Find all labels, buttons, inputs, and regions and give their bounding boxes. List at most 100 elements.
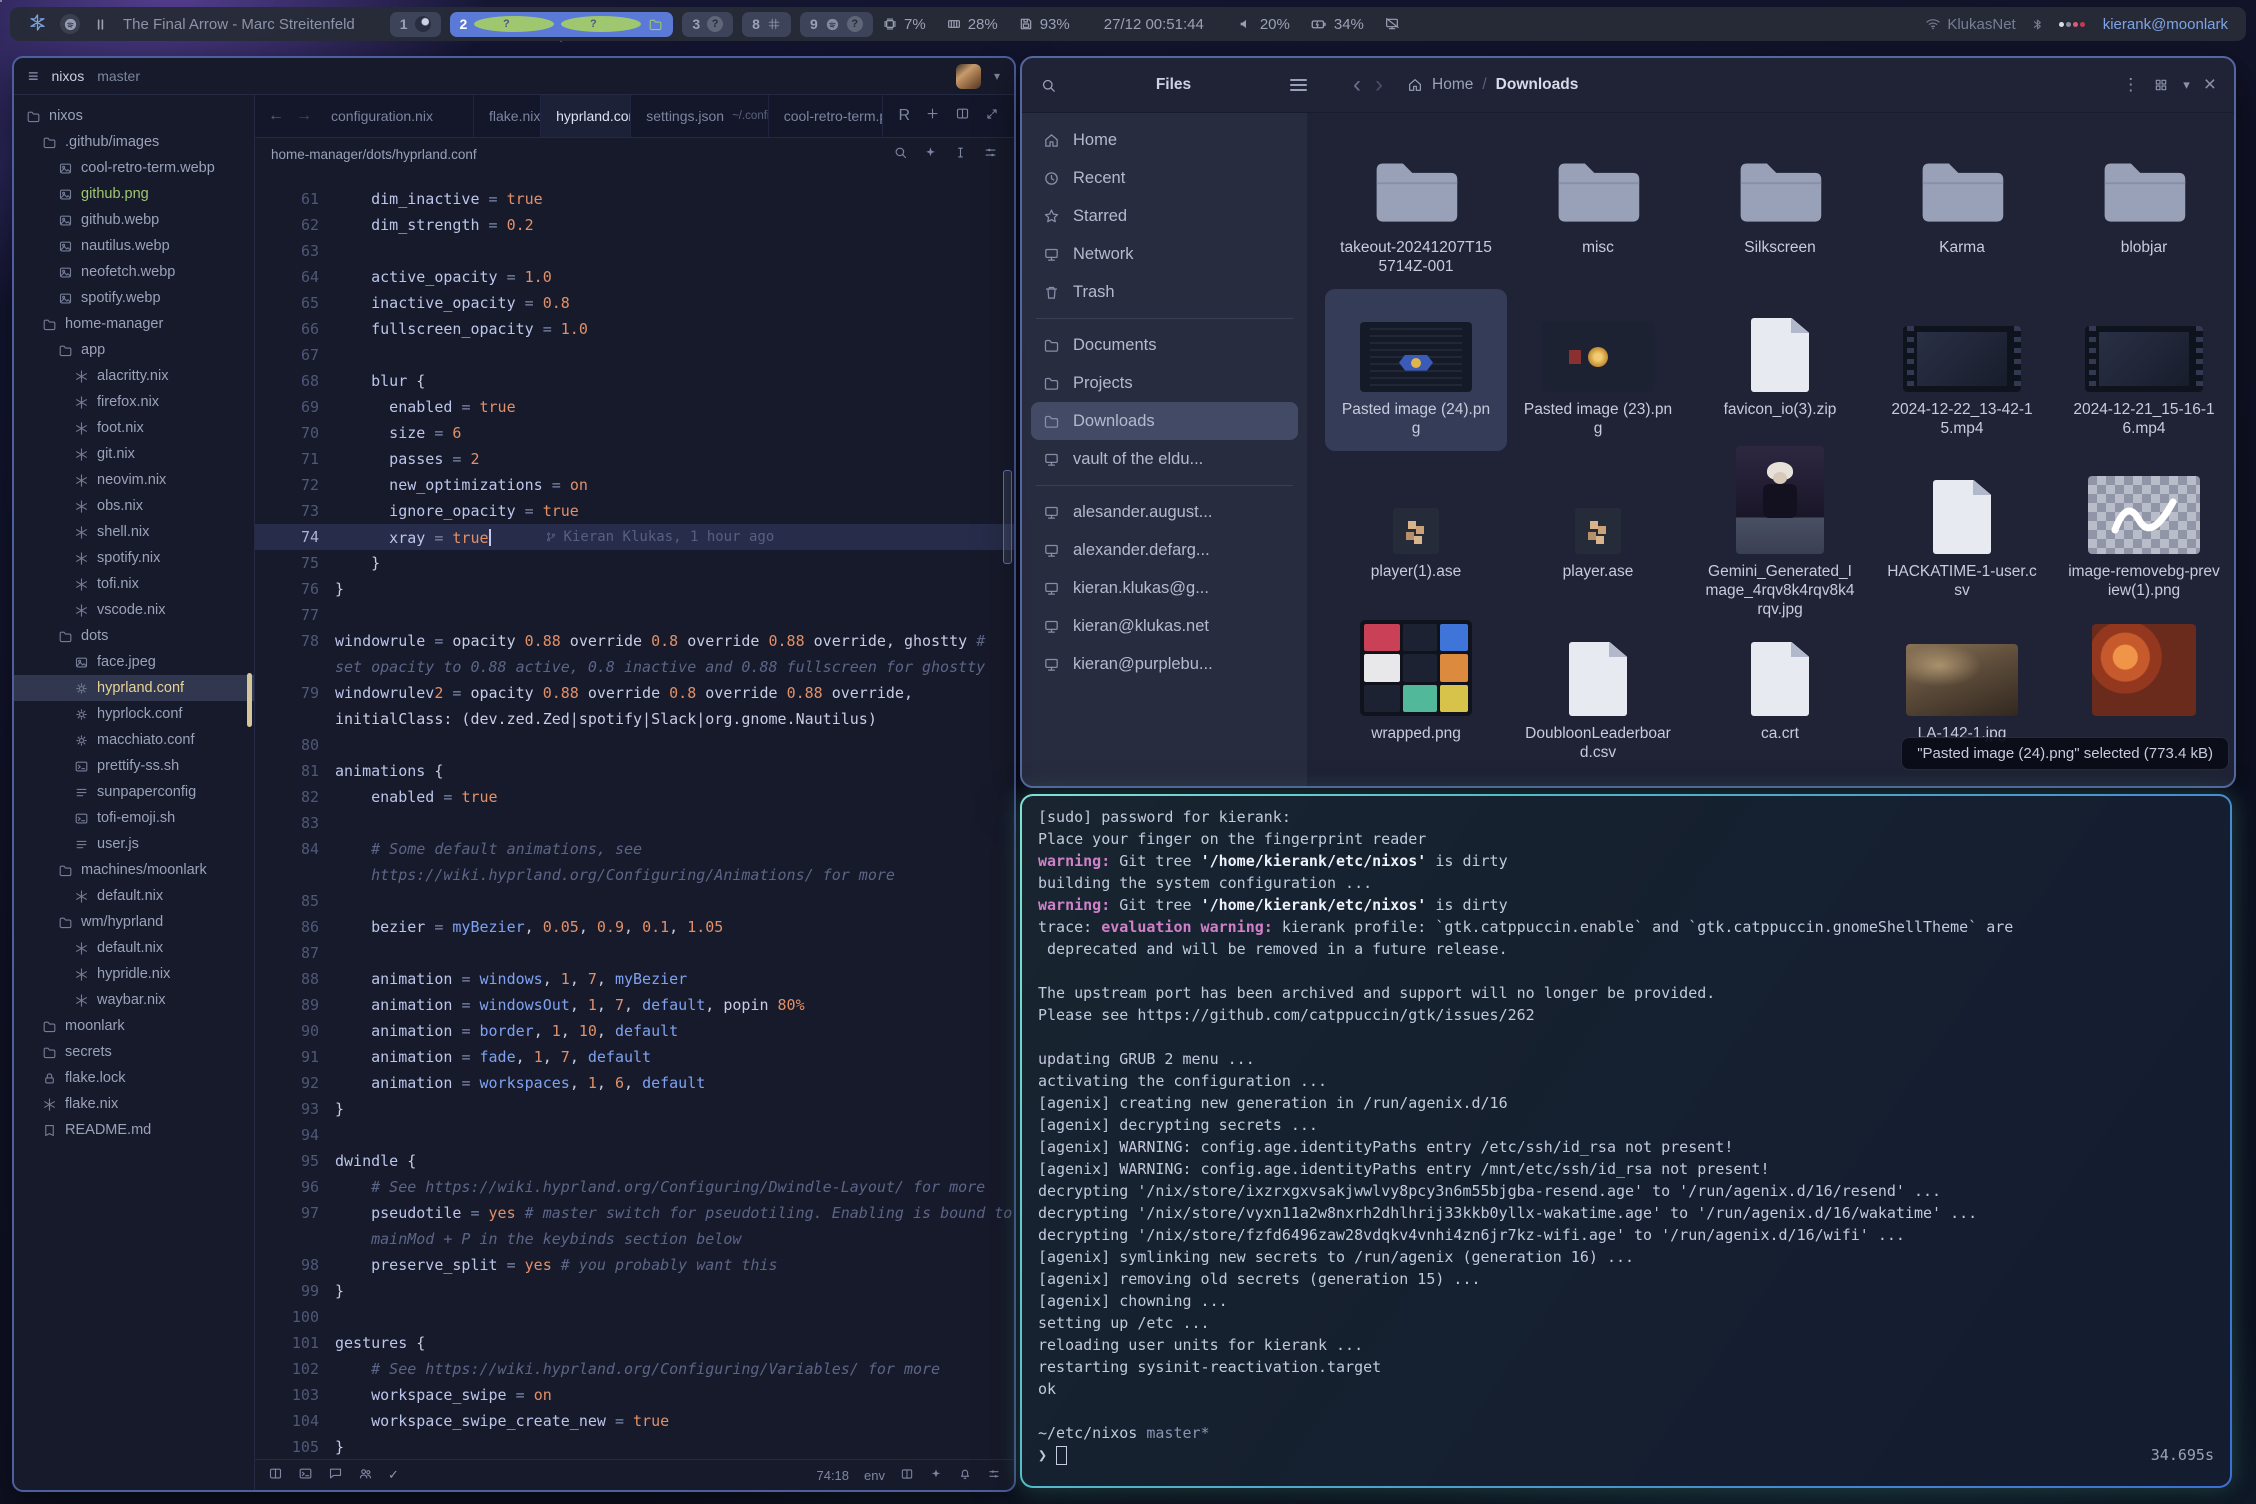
git-branch-name[interactable]: master xyxy=(97,68,140,84)
tree-item-hyprland.conf[interactable]: hyprland.conf xyxy=(14,675,254,701)
sidebar-item-kieran@purplebu...[interactable]: kieran@purplebu... xyxy=(1031,645,1298,683)
forward-icon[interactable]: › xyxy=(1375,73,1383,97)
ibeam-button[interactable] xyxy=(953,145,968,163)
tree-item-.github/images[interactable]: .github/images xyxy=(14,129,254,155)
file-item-takeout-20241207T155714Z-001[interactable]: takeout-20241207T155714Z-001 xyxy=(1325,127,1507,289)
filter-sliders-button[interactable] xyxy=(983,145,998,163)
tree-item-default.nix[interactable]: default.nix xyxy=(14,883,254,909)
tree-item-wm/hyprland[interactable]: wm/hyprland xyxy=(14,909,254,935)
nixos-logo-icon[interactable] xyxy=(28,13,47,36)
tab-cool-retro-term.png[interactable]: cool-retro-term.png xyxy=(769,95,884,137)
sidebar-item-Trash[interactable]: Trash xyxy=(1031,273,1298,311)
sidebar-item-Network[interactable]: Network xyxy=(1031,235,1298,273)
file-item-Gemini_Generated_Image_4rqv8k4rqv8k4rqv.jpg[interactable]: Gemini_Generated_Image_4rqv8k4rqv8k4rqv.… xyxy=(1689,451,1871,613)
sidebar-item-kieran.klukas@g...[interactable]: kieran.klukas@g... xyxy=(1031,569,1298,607)
code-editor[interactable]: 61 dim_inactive = true62 dim_strength = … xyxy=(255,170,1014,1459)
tree-item-obs.nix[interactable]: obs.nix xyxy=(14,493,254,519)
repl-button[interactable]: R xyxy=(898,107,910,125)
sidebar-item-alesander.august...[interactable]: alesander.august... xyxy=(1031,493,1298,531)
expand-button[interactable] xyxy=(985,107,999,126)
tree-item-default.nix[interactable]: default.nix xyxy=(14,935,254,961)
file-item-image-removebg-preview(1).png[interactable]: image-removebg-preview(1).png xyxy=(2053,451,2234,613)
spotify-player-icon[interactable] xyxy=(60,14,80,34)
file-item-player(1).ase[interactable]: player(1).ase xyxy=(1325,451,1507,613)
screen-share-icon[interactable] xyxy=(900,1467,914,1484)
diagnostics-check-icon[interactable]: ✓ xyxy=(388,1467,399,1483)
panel-scrollbar-thumb[interactable] xyxy=(247,673,252,727)
sidebar-item-kieran@klukas.net[interactable]: kieran@klukas.net xyxy=(1031,607,1298,645)
nav-forward-icon[interactable]: → xyxy=(296,107,312,125)
wifi-indicator[interactable]: KlukasNet xyxy=(1925,16,2015,33)
file-item-Karma[interactable]: Karma xyxy=(1871,127,2053,289)
tree-item-hypridle.nix[interactable]: hypridle.nix xyxy=(14,961,254,987)
workspace-2[interactable]: 2?? xyxy=(450,12,674,37)
tree-item-github.png[interactable]: github.png xyxy=(14,181,254,207)
workspace-8[interactable]: 8 xyxy=(742,12,791,37)
tree-item-shell.nix[interactable]: shell.nix xyxy=(14,519,254,545)
terminal[interactable]: [sudo] password for kierank:Place your f… xyxy=(1022,796,2230,1486)
tree-item-tofi.nix[interactable]: tofi.nix xyxy=(14,571,254,597)
tree-item-cool-retro-term.webp[interactable]: cool-retro-term.webp xyxy=(14,155,254,181)
workspace-1[interactable]: 1 xyxy=(390,12,441,37)
split-pane-button[interactable] xyxy=(955,106,970,126)
kebab-menu-icon[interactable]: ⋮ xyxy=(2122,75,2139,95)
tree-item-firefox.nix[interactable]: firefox.nix xyxy=(14,389,254,415)
tree-item-face.jpeg[interactable]: face.jpeg xyxy=(14,649,254,675)
tree-item-machines/moonlark[interactable]: machines/moonlark xyxy=(14,857,254,883)
home-icon[interactable] xyxy=(1407,77,1423,93)
clock[interactable]: 27/12 00:51:44 xyxy=(1104,16,1204,33)
tree-item-dots[interactable]: dots xyxy=(14,623,254,649)
close-icon[interactable]: × xyxy=(2204,73,2216,97)
volume-indicator[interactable]: 20% xyxy=(1238,16,1290,33)
file-item-2024-12-22_13-42-15.mp4[interactable]: 2024-12-22_13-42-15.mp4 xyxy=(1871,289,2053,451)
tree-item-tofi-emoji.sh[interactable]: tofi-emoji.sh xyxy=(14,805,254,831)
tab-configuration.nix[interactable]: configuration.nix xyxy=(325,95,474,137)
copilot-icon[interactable] xyxy=(929,1467,943,1484)
now-playing-title[interactable]: The Final Arrow - Marc Streitenfeld xyxy=(123,16,355,33)
tree-item-prettify-ss.sh[interactable]: prettify-ss.sh xyxy=(14,753,254,779)
collab-panel-icon[interactable] xyxy=(358,1466,373,1484)
cursor-position[interactable]: 74:18 xyxy=(816,1468,849,1483)
scrollbar-thumb[interactable] xyxy=(1003,470,1012,564)
breadcrumb[interactable]: home-manager/dots/hyprland.conf xyxy=(271,147,477,162)
file-item-blobjar[interactable]: blobjar xyxy=(2053,127,2234,289)
panel-toggle-icon[interactable] xyxy=(268,1466,283,1484)
tree-item-neovim.nix[interactable]: neovim.nix xyxy=(14,467,254,493)
tab-settings.json[interactable]: settings.json~/.config/zed xyxy=(631,95,768,137)
project-name[interactable]: nixos xyxy=(52,68,85,84)
file-item-DoubloonLeaderboard.csv[interactable]: DoubloonLeaderboard.csv xyxy=(1507,613,1689,775)
sidebar-item-Projects[interactable]: Projects xyxy=(1031,364,1298,402)
editor-scrollbar[interactable] xyxy=(1003,170,1012,1459)
tree-item-flake.lock[interactable]: flake.lock xyxy=(14,1065,254,1091)
view-dropdown-icon[interactable]: ▾ xyxy=(2183,77,2190,93)
file-item-2024-12-21_15-16-16.mp4[interactable]: 2024-12-21_15-16-16.mp4 xyxy=(2053,289,2234,451)
workspace-9[interactable]: 9? xyxy=(800,12,873,37)
new-tab-button[interactable] xyxy=(925,106,940,126)
workspace-3[interactable]: 3? xyxy=(682,12,733,37)
tree-item-vscode.nix[interactable]: vscode.nix xyxy=(14,597,254,623)
tree-item-home-manager[interactable]: home-manager xyxy=(14,311,254,337)
tray-icon[interactable] xyxy=(2059,22,2085,27)
sidebar-item-alexander.defarg...[interactable]: alexander.defarg... xyxy=(1031,531,1298,569)
bluetooth-icon[interactable] xyxy=(2030,17,2045,32)
hamburger-menu-icon[interactable] xyxy=(1290,76,1307,94)
file-item-Silkscreen[interactable]: Silkscreen xyxy=(1689,127,1871,289)
tree-item-foot.nix[interactable]: foot.nix xyxy=(14,415,254,441)
sidebar-item-Downloads[interactable]: Downloads xyxy=(1031,402,1298,440)
tree-item-github.webp[interactable]: github.webp xyxy=(14,207,254,233)
breadcrumb-home[interactable]: Home xyxy=(1432,76,1473,94)
tree-item-spotify.webp[interactable]: spotify.webp xyxy=(14,285,254,311)
tree-item-git.nix[interactable]: git.nix xyxy=(14,441,254,467)
file-item-Pasted image (23).png[interactable]: Pasted image (23).png xyxy=(1507,289,1689,451)
tree-item-hyprlock.conf[interactable]: hyprlock.conf xyxy=(14,701,254,727)
sidebar-item-Starred[interactable]: Starred xyxy=(1031,197,1298,235)
back-icon[interactable]: ‹ xyxy=(1353,73,1361,97)
file-item-wrapped.png[interactable]: wrapped.png xyxy=(1325,613,1507,775)
tree-item-README.md[interactable]: README.md xyxy=(14,1117,254,1143)
file-item-ca.crt[interactable]: ca.crt xyxy=(1689,613,1871,775)
tab-flake.nix[interactable]: flake.nix xyxy=(474,95,541,137)
pause-icon[interactable] xyxy=(93,17,108,32)
chevron-down-icon[interactable]: ▾ xyxy=(994,69,1000,83)
file-item-favicon_io(3).zip[interactable]: favicon_io(3).zip xyxy=(1689,289,1871,451)
file-item-player.ase[interactable]: player.ase xyxy=(1507,451,1689,613)
